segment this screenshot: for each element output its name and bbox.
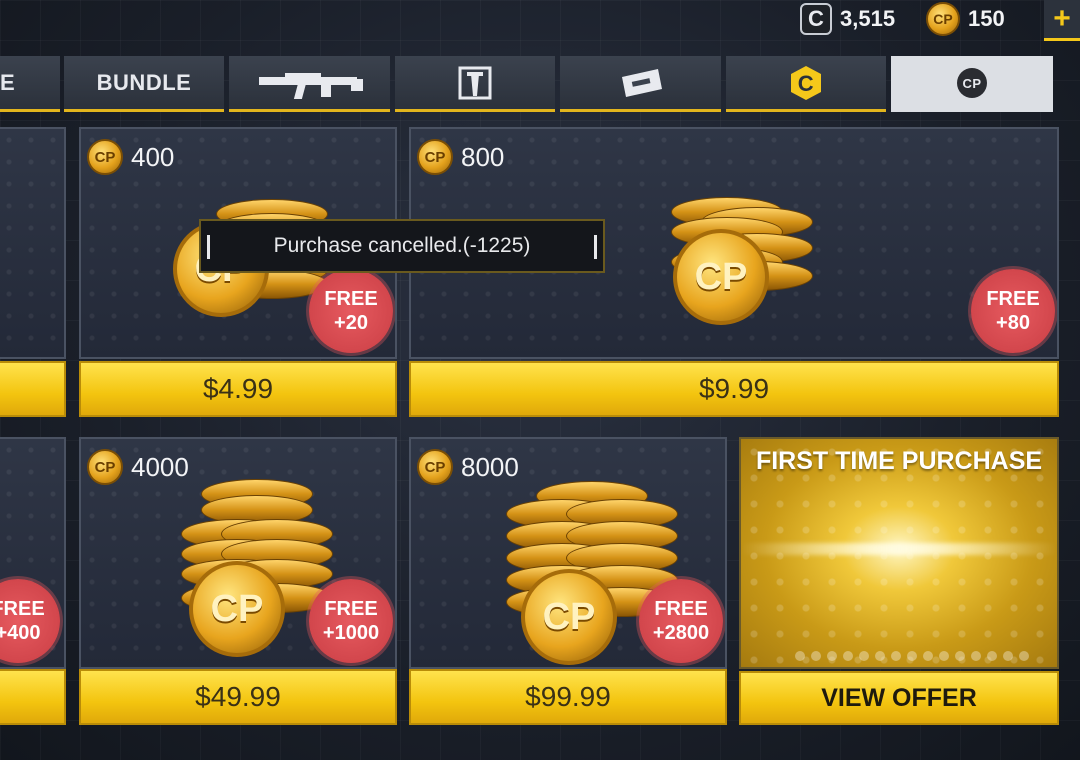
cp-coin-icon: CP (87, 449, 123, 485)
tab-partial-label: E (0, 69, 16, 95)
price-label: $9.99 (698, 373, 770, 404)
cp-amount-value: 8000 (461, 451, 519, 482)
cp-card-partial-bottom[interactable]: FREE +400 (0, 437, 66, 669)
tab-bundle-label: BUNDLE (96, 69, 192, 95)
price-label: $99.99 (525, 681, 611, 712)
cp-amount: CP 400 (87, 139, 174, 175)
bonus-badge-top: FREE (654, 598, 708, 620)
price-button-partial-top[interactable] (0, 361, 66, 417)
ticket-icon (618, 67, 664, 99)
character-icon (458, 66, 492, 100)
cp-coin-icon: CP (926, 2, 960, 36)
cp-amount: CP 800 (417, 139, 504, 175)
bonus-badge-value: +400 (0, 622, 41, 644)
price-button-partial-bottom[interactable] (0, 669, 66, 725)
price-label: $4.99 (202, 373, 274, 404)
bonus-badge: FREE +1000 (309, 579, 393, 663)
cp-amount-value: 800 (461, 141, 505, 172)
tab-c-credits[interactable]: C (726, 56, 886, 112)
svg-text:CP: CP (962, 76, 981, 91)
bonus-badge-top: FREE (0, 598, 45, 620)
tab-operators[interactable] (395, 56, 555, 112)
bonus-badge-top: FREE (986, 288, 1040, 310)
cp-coin-icon: CP (189, 561, 285, 657)
price-button-800[interactable]: $9.99 (409, 361, 1059, 417)
cp-balance[interactable]: CP 150 (926, 2, 1005, 36)
cp-pack-4000-card[interactable]: CP 4000 CP FREE +1000 (79, 437, 397, 669)
tab-passes[interactable] (560, 56, 721, 112)
cp-value: 150 (968, 6, 1005, 31)
bonus-badge: FREE +2800 (639, 579, 723, 663)
price-button-400[interactable]: $4.99 (79, 361, 397, 417)
bonus-badge: FREE +20 (309, 269, 393, 353)
add-currency-button[interactable]: + (1044, 0, 1080, 41)
bonus-badge-top: FREE (324, 598, 378, 620)
purchase-cancelled-toast: Purchase cancelled.(-1225) (199, 219, 605, 273)
tab-weapons[interactable] (229, 56, 390, 112)
cp-coin-icon: CP (417, 449, 453, 485)
rifle-icon (255, 65, 365, 101)
cp-coin-icon: CP (417, 139, 453, 175)
svg-text:C: C (798, 71, 814, 96)
cp-coin-icon: CP (87, 139, 123, 175)
light-flare (741, 543, 1057, 555)
cp-coin-icon: CP (521, 569, 617, 665)
first-time-purchase-card[interactable]: FIRST TIME PURCHASE (739, 437, 1059, 669)
bonus-badge-value: +20 (334, 312, 368, 334)
bonus-badge-value: +2800 (652, 622, 710, 644)
c-credits-balance[interactable]: C 3,515 (800, 2, 895, 36)
cp-coin-icon: CP (673, 229, 769, 325)
cp-icon: CP (955, 66, 989, 100)
bonus-badge-value: +80 (996, 312, 1030, 334)
price-button-8000[interactable]: $99.99 (409, 669, 727, 725)
c-credits-value: 3,515 (840, 6, 896, 31)
cp-amount-value: 400 (131, 141, 175, 172)
cp-amount: CP 4000 (87, 449, 189, 485)
tab-partial[interactable]: E (0, 56, 60, 112)
bonus-badge-value: +1000 (322, 622, 380, 644)
offer-dots (795, 651, 1029, 661)
tab-bundle[interactable]: BUNDLE (64, 56, 224, 112)
price-button-4000[interactable]: $49.99 (79, 669, 397, 725)
c-credits-icon: C (790, 65, 822, 101)
price-label: $49.99 (195, 681, 281, 712)
offer-title: FIRST TIME PURCHASE (755, 447, 1043, 475)
bonus-badge: FREE +80 (971, 269, 1055, 353)
toast-message: Purchase cancelled.(-1225) (273, 234, 531, 257)
view-offer-button[interactable]: VIEW OFFER (739, 671, 1059, 725)
cp-amount: CP 8000 (417, 449, 519, 485)
cp-pack-8000-card[interactable]: CP 8000 CP FREE +2800 (409, 437, 727, 669)
cp-card-partial-top[interactable] (0, 127, 66, 359)
bonus-badge-top: FREE (324, 288, 378, 310)
c-credits-icon: C (800, 3, 832, 35)
view-offer-label: VIEW OFFER (821, 683, 977, 712)
cp-amount-value: 4000 (131, 451, 189, 482)
tab-cp[interactable]: CP (891, 56, 1053, 112)
